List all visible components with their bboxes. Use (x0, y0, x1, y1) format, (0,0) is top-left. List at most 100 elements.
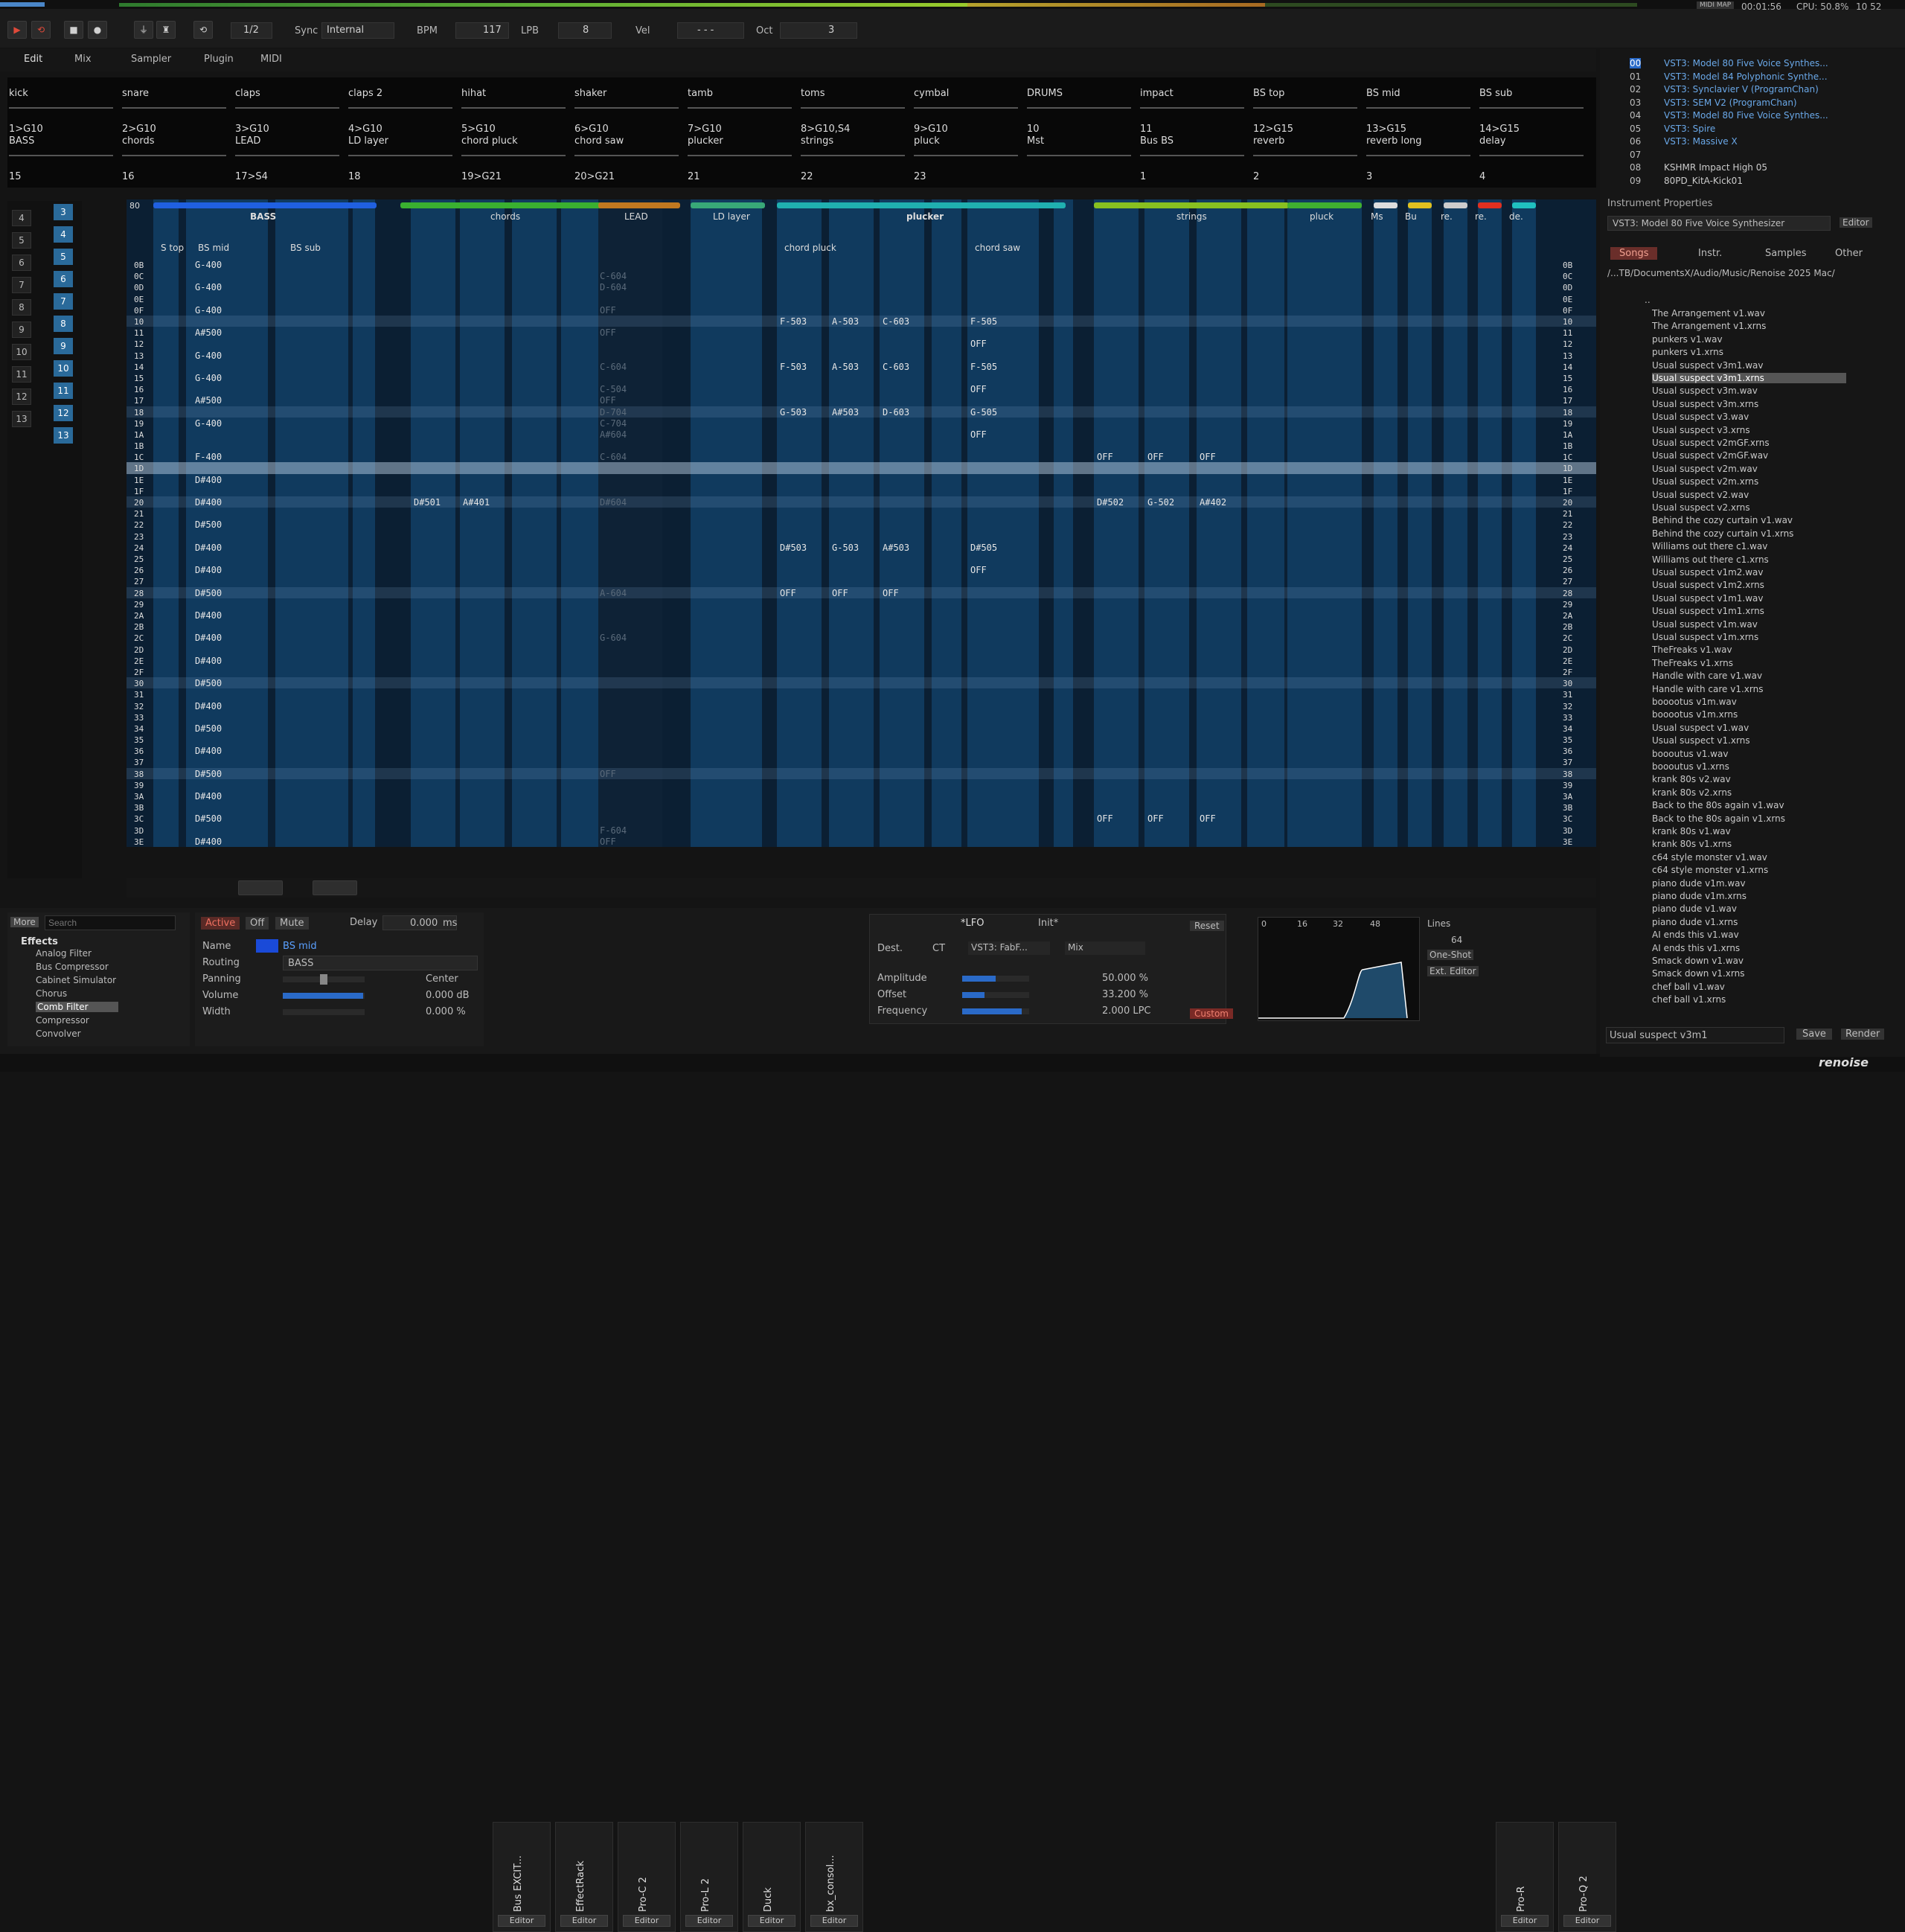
sequence-pattern[interactable]: 10 (54, 360, 73, 377)
subtrack-header[interactable]: BS mid (198, 243, 229, 253)
sequence-slot[interactable]: 11 (12, 366, 31, 383)
instrument-name[interactable]: VST3: Model 80 Five Voice Synthes... (1664, 58, 1828, 68)
track-scope[interactable]: impact 11 (1139, 82, 1250, 135)
lfo-preset[interactable]: Init* (1038, 918, 1058, 929)
track-scope[interactable]: BASS 15 (7, 129, 119, 182)
pattern-note[interactable]: OFF (780, 588, 796, 598)
browser-file[interactable]: Usual suspect v1m1.xrns (1652, 606, 1764, 616)
subtrack-header[interactable]: S top (161, 243, 184, 253)
pattern-column[interactable] (1054, 199, 1073, 847)
sequence-pattern[interactable]: 5 (54, 249, 73, 265)
pattern-note-ghost[interactable]: A-604 (600, 588, 627, 598)
browser-file[interactable]: Usual suspect v2m.xrns (1652, 476, 1758, 487)
group-header[interactable]: plucker (906, 211, 944, 222)
track-scope[interactable]: chords 16 (121, 129, 232, 182)
browser-path[interactable]: /...TB/DocumentsX/Audio/Music/Renoise 20… (1607, 268, 1835, 278)
pattern-column[interactable] (1247, 199, 1284, 847)
effect-item[interactable]: Analog Filter (36, 948, 92, 959)
sequence-slot[interactable]: 5 (12, 232, 31, 249)
browser-file[interactable]: Back to the 80s again v1.xrns (1652, 813, 1785, 824)
pattern-note[interactable]: A-503 (832, 316, 859, 327)
browser-file[interactable]: krank 80s v2.xrns (1652, 787, 1732, 798)
pattern-note[interactable]: F-400 (195, 452, 222, 462)
browser-file[interactable]: Behind the cozy curtain v1.wav (1652, 515, 1793, 525)
pattern-note[interactable]: G-505 (970, 407, 997, 418)
pattern-note[interactable]: G-503 (832, 543, 859, 553)
sequence-pattern[interactable]: 13 (54, 427, 73, 444)
velocity-field[interactable]: - - - (677, 22, 744, 39)
pattern-column[interactable] (1512, 199, 1536, 847)
group-header[interactable]: strings (1176, 211, 1207, 222)
browser-tab-instr[interactable]: Instr. (1691, 247, 1729, 260)
track-name-field[interactable]: BS mid (283, 941, 317, 952)
pattern-column[interactable] (1478, 199, 1502, 847)
browser-file[interactable]: boooutus v1.wav (1652, 749, 1728, 759)
sequence-pattern[interactable]: 7 (54, 293, 73, 310)
device-slot[interactable]: Pro-Q 2 Editor (1558, 1822, 1616, 1932)
pattern-note-ghost[interactable]: D-604 (600, 282, 627, 292)
browser-file[interactable]: Usual suspect v2mGF.wav (1652, 450, 1768, 461)
sequence-pattern[interactable]: 12 (54, 405, 73, 421)
pattern-note[interactable]: F-503 (780, 316, 807, 327)
instrument-name[interactable]: VST3: SEM V2 (ProgramChan) (1664, 97, 1797, 108)
browser-file[interactable]: TheFreaks v1.xrns (1652, 658, 1733, 668)
track-scope[interactable]: strings 22 (799, 129, 911, 182)
instrument-number[interactable]: 01 (1630, 71, 1641, 82)
pattern-note[interactable]: OFF (832, 588, 848, 598)
render-button[interactable]: Render (1841, 1029, 1885, 1040)
track-scope[interactable]: plucker 21 (686, 129, 798, 182)
browser-file[interactable]: Usual suspect v1.xrns (1652, 735, 1750, 746)
pattern-column[interactable] (275, 199, 348, 847)
track-scope[interactable]: claps 2 4>G10 (347, 82, 458, 135)
lfo-envelope[interactable]: 0 16 32 48 (1258, 917, 1420, 1021)
device-slot[interactable]: Duck Editor (743, 1822, 801, 1932)
tab-sampler[interactable]: Sampler (131, 54, 171, 65)
browser-file[interactable]: c64 style monster v1.xrns (1652, 865, 1768, 875)
instrument-name[interactable]: VST3: Massive X (1664, 136, 1738, 147)
browser-file[interactable]: Williams out there c1.wav (1652, 541, 1767, 551)
instrument-number[interactable]: 03 (1630, 97, 1641, 108)
filename-field[interactable]: Usual suspect v3m1 (1606, 1027, 1784, 1043)
pattern-note-ghost[interactable]: C-504 (600, 384, 627, 394)
lfo-reset-button[interactable]: Reset (1190, 921, 1224, 931)
track-scope[interactable]: LD layer 18 (347, 129, 458, 182)
device-slot[interactable]: Bus EXCIT... Editor (493, 1822, 551, 1932)
track-scope[interactable]: Mst (1025, 129, 1137, 177)
sequence-pattern[interactable]: 11 (54, 383, 73, 399)
browser-file[interactable]: Back to the 80s again v1.wav (1652, 800, 1784, 810)
pattern-note[interactable]: D#400 (195, 633, 222, 643)
off-button[interactable]: Off (246, 917, 269, 930)
tab-plugin[interactable]: Plugin (204, 54, 234, 65)
pattern-note[interactable]: C-603 (883, 362, 909, 372)
browser-file[interactable]: c64 style monster v1.wav (1652, 852, 1767, 863)
pattern-column[interactable] (1287, 199, 1362, 847)
browser-up[interactable]: .. (1645, 295, 1651, 305)
browser-file[interactable]: booootus v1m.xrns (1652, 709, 1738, 720)
pattern-note[interactable]: A#500 (195, 395, 222, 406)
pattern-note-ghost[interactable]: OFF (600, 395, 616, 406)
track-scope[interactable]: BS top 12>G15 (1252, 82, 1363, 135)
routing-select[interactable]: BASS (283, 956, 478, 970)
pattern-column[interactable] (411, 199, 455, 847)
pattern-note[interactable]: G-400 (195, 305, 222, 316)
instrument-name[interactable]: VST3: Spire (1664, 124, 1715, 134)
group-header[interactable]: re. (1441, 211, 1453, 222)
lfo-oneshot-button[interactable]: One-Shot (1427, 950, 1474, 960)
track-scope[interactable]: shaker 6>G10 (573, 82, 685, 135)
device-editor-button[interactable]: Editor (1501, 1915, 1549, 1927)
more-button[interactable]: More (10, 917, 39, 927)
pattern-position[interactable]: 1/2 (231, 22, 272, 39)
browser-file[interactable]: Usual suspect v2mGF.xrns (1652, 438, 1770, 448)
browser-file[interactable]: AI ends this v1.xrns (1652, 943, 1740, 953)
tab-mix[interactable]: Mix (74, 54, 92, 65)
device-slot[interactable]: EffectRack Editor (555, 1822, 613, 1932)
track-scope[interactable]: reverb long 3 (1365, 129, 1476, 182)
browser-file[interactable]: Usual suspect v3.wav (1652, 412, 1749, 422)
volume-slider[interactable] (283, 993, 365, 999)
device-editor-button[interactable]: Editor (685, 1915, 733, 1927)
pattern-note[interactable]: A#500 (195, 327, 222, 338)
active-button[interactable]: Active (201, 917, 240, 930)
effects-category[interactable]: Effects (21, 936, 58, 947)
pattern-note[interactable]: D#400 (195, 656, 222, 666)
sequence-slot[interactable]: 6 (12, 255, 31, 271)
